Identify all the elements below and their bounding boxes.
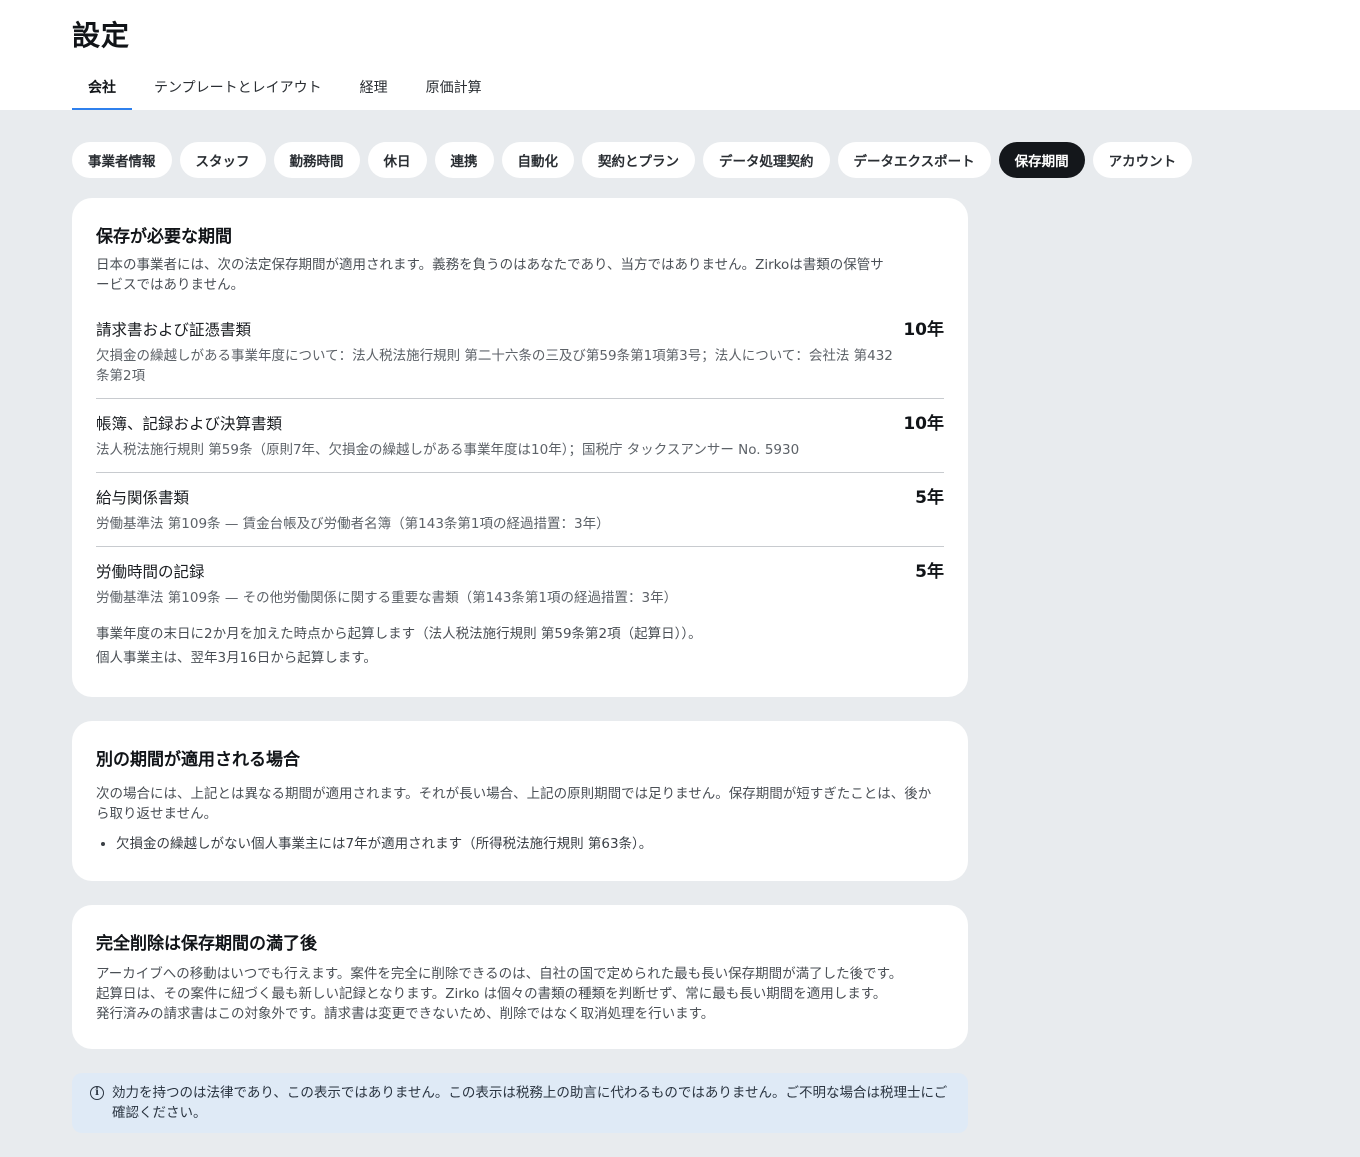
subnav-business-info[interactable]: 事業者情報	[72, 142, 172, 178]
retention-years: 10年	[903, 414, 944, 434]
list-item: 欠損金の繰越しがない個人事業主には7年が適用されます（所得税法施行規則 第63条…	[116, 834, 944, 854]
retention-note-start: 事業年度の末日に2か月を加えた時点から起算します（法人税法施行規則 第59条第2…	[96, 626, 702, 642]
retention-name: 帳簿、記録および決算書類	[96, 415, 283, 433]
subnav-retention-period[interactable]: 保存期間	[998, 142, 1085, 178]
subnav-holidays[interactable]: 休日	[367, 142, 427, 178]
tab-costing[interactable]: 原価計算	[426, 66, 482, 110]
retention-law: 欠損金の繰越しがある事業年度について：法人税法施行規則 第二十六条の三及び第59…	[96, 348, 893, 384]
tab-accounting[interactable]: 経理	[360, 66, 388, 110]
legal-notice-text: 効力を持つのは法律であり、この表示ではありません。この表示は税務上の助言に代わる…	[112, 1085, 948, 1121]
other-period-description: 次の場合には、上記とは異なる期間が適用されます。それが長い場合、上記の原則期間で…	[96, 786, 932, 822]
retention-row: 給与関係書類 5年 労働基準法 第109条 — 賃金台帳及び労働者名簿（第143…	[96, 473, 944, 547]
main-tabs: 会社 テンプレートとレイアウト 経理 原価計算	[72, 66, 520, 110]
retention-name: 給与関係書類	[96, 489, 190, 507]
retention-list: 請求書および証憑書類 10年 欠損金の繰越しがある事業年度について：法人税法施行…	[96, 305, 944, 620]
subnav-contract-plan[interactable]: 契約とプラン	[582, 142, 695, 178]
retention-law: 労働基準法 第109条 — その他労働関係に関する重要な書類（第143条第1項の…	[96, 590, 678, 606]
retention-card: 保存が必要な期間 日本の事業者には、次の法定保存期間が適用されます。義務を負うの…	[72, 198, 968, 697]
retention-notes: 事業年度の末日に2か月を加えた時点から起算します（法人税法施行規則 第59条第2…	[96, 622, 944, 670]
deletion-card: 完全削除は保存期間の満了後 アーカイブへの移動はいつでも行えます。案件を完全に削…	[72, 905, 968, 1049]
subnav-data-processing[interactable]: データ処理契約	[703, 142, 830, 178]
retention-law: 労働基準法 第109条 — 賃金台帳及び労働者名簿（第143条第1項の経過措置：…	[96, 516, 610, 532]
subnav-account[interactable]: アカウント	[1092, 142, 1193, 178]
subnav-data-export[interactable]: データエクスポート	[837, 142, 991, 178]
header: 設定 会社 テンプレートとレイアウト 経理 原価計算	[0, 0, 1360, 110]
retention-description: 日本の事業者には、次の法定保存期間が適用されます。義務を負うのはあなたであり、当…	[96, 257, 884, 293]
page-title: 設定	[72, 19, 131, 52]
retention-row: 請求書および証憑書類 10年 欠損金の繰越しがある事業年度について：法人税法施行…	[96, 305, 944, 399]
legal-notice: i 効力を持つのは法律であり、この表示ではありません。この表示は税務上の助言に代…	[72, 1073, 968, 1133]
info-icon: i	[90, 1086, 104, 1100]
subnav-integrations[interactable]: 連携	[434, 142, 494, 178]
tab-company[interactable]: 会社	[72, 66, 132, 110]
retention-years: 10年	[903, 320, 944, 340]
subnav-working-hours[interactable]: 勤務時間	[273, 142, 360, 178]
deletion-line: アーカイブへの移動はいつでも行えます。案件を完全に削除できるのは、自社の国で定め…	[96, 966, 903, 982]
retention-row: 帳簿、記録および決算書類 10年 法人税法施行規則 第59条（原則7年、欠損金の…	[96, 399, 944, 473]
retention-title: 保存が必要な期間	[96, 227, 232, 247]
deletion-line: 起算日は、その案件に紐づく最も新しい記録となります。Zirko は個々の書類の種…	[96, 986, 887, 1002]
retention-years: 5年	[915, 562, 944, 582]
other-period-title: 別の期間が適用される場合	[96, 750, 300, 770]
other-period-card: 別の期間が適用される場合 次の場合には、上記とは異なる期間が適用されます。それが…	[72, 721, 968, 881]
deletion-title: 完全削除は保存期間の満了後	[96, 934, 317, 954]
retention-years: 5年	[915, 488, 944, 508]
retention-note-sole-proprietor: 個人事業主は、翌年3月16日から起算します。	[96, 650, 377, 666]
tab-templates-layout[interactable]: テンプレートとレイアウト	[154, 66, 322, 110]
retention-row: 労働時間の記録 5年 労働基準法 第109条 — その他労働関係に関する重要な書…	[96, 547, 944, 620]
retention-name: 労働時間の記録	[96, 563, 205, 581]
other-period-list: 欠損金の繰越しがない個人事業主には7年が適用されます（所得税法施行規則 第63条…	[96, 834, 944, 854]
subnav-staff[interactable]: スタッフ	[179, 142, 266, 178]
subnav-automation[interactable]: 自動化	[501, 142, 574, 178]
deletion-line: 発行済みの請求書はこの対象外です。請求書は変更できないため、削除ではなく取消処理…	[96, 1006, 715, 1022]
retention-law: 法人税法施行規則 第59条（原則7年、欠損金の繰越しがある事業年度は10年）；国…	[96, 442, 800, 458]
settings-subnav: 事業者情報 スタッフ 勤務時間 休日 連携 自動化 契約とプラン データ処理契約…	[72, 142, 1193, 178]
retention-name: 請求書および証憑書類	[96, 321, 252, 339]
